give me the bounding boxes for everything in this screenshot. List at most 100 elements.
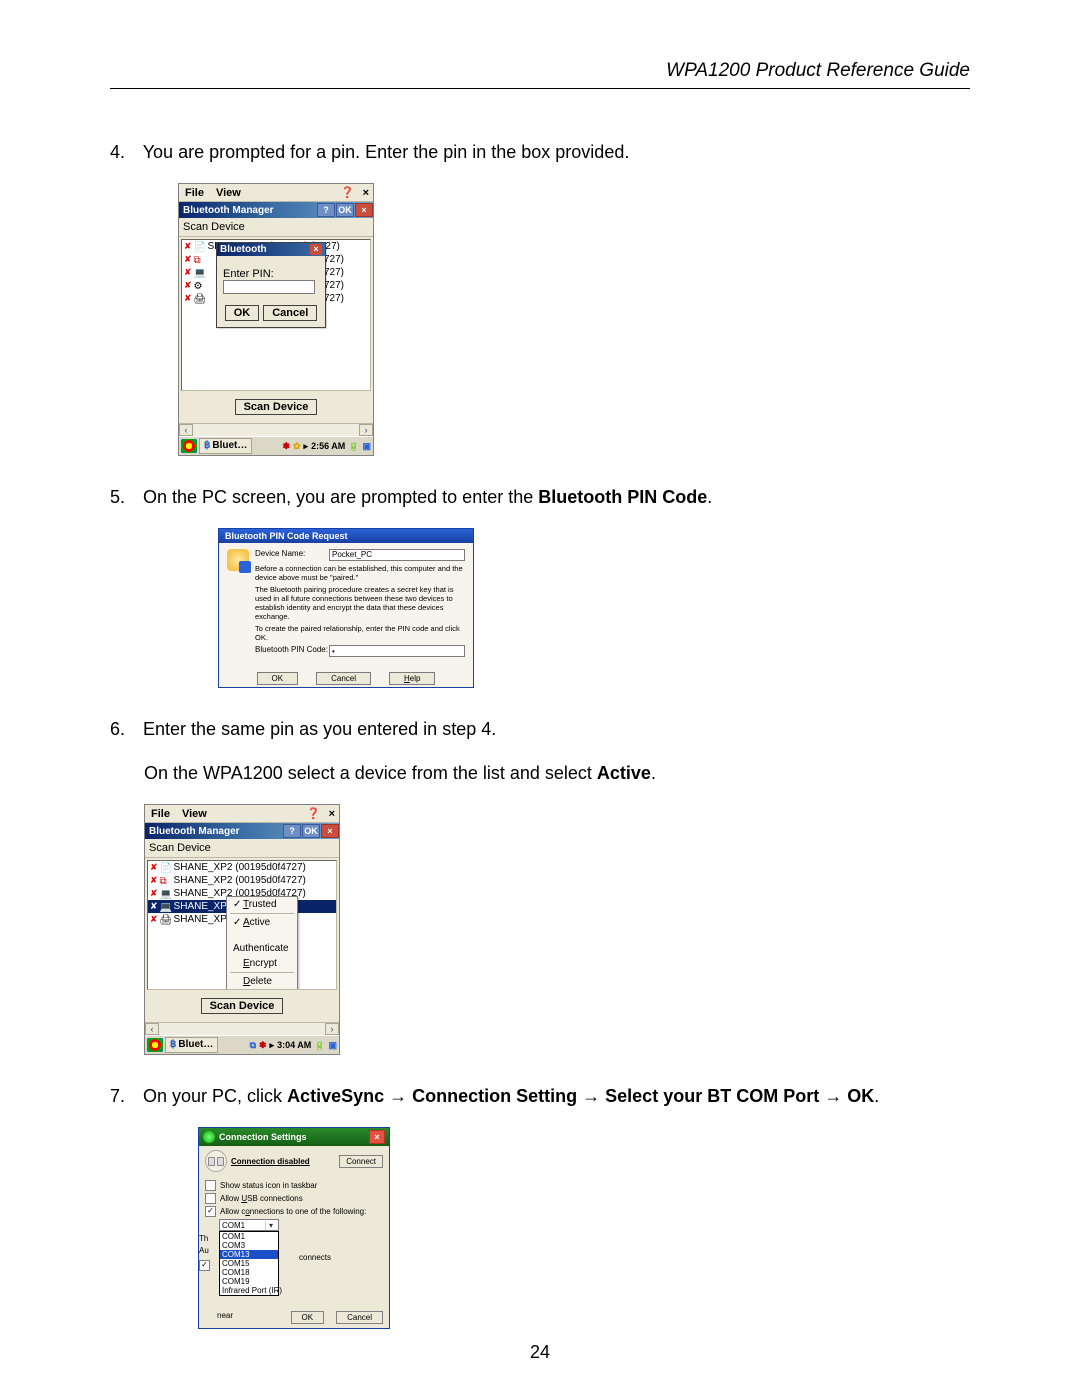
desktop-icon[interactable]: ▣	[362, 441, 371, 452]
cs-close-icon[interactable]: ×	[369, 1130, 385, 1144]
step-4: 4. You are prompted for a pin. Enter the…	[110, 139, 970, 165]
tray-icon[interactable]: ✽	[259, 1040, 267, 1051]
scroll-left-icon[interactable]: ‹	[179, 424, 193, 436]
menu-item-authenticate[interactable]: Authenticate	[227, 930, 297, 956]
taskbar-app-button[interactable]: ฿ Bluet…	[199, 438, 252, 454]
dropdown-item[interactable]: COM3	[220, 1241, 278, 1250]
pin-code-label: Bluetooth PIN Code:	[255, 645, 329, 657]
pin-code-input[interactable]	[329, 645, 465, 657]
step-6-num: 6.	[110, 716, 138, 742]
tray-icon[interactable]: 🔋	[314, 1040, 325, 1051]
menu-item-active[interactable]: ✓Active	[227, 915, 297, 930]
toolbar-scan-device[interactable]: Scan Device	[183, 221, 245, 233]
scan-device-button[interactable]: Scan Device	[201, 998, 284, 1014]
scan-device-button[interactable]: Scan Device	[235, 399, 318, 415]
doc-header: WPA1200 Product Reference Guide	[110, 60, 970, 89]
scroll-left-icon[interactable]: ‹	[145, 1023, 159, 1035]
close-icon[interactable]: ×	[325, 808, 339, 820]
horizontal-scrollbar[interactable]: ‹ ›	[145, 1022, 339, 1035]
help-icon[interactable]: ❓	[337, 186, 359, 199]
activesync-icon	[203, 1131, 215, 1143]
figure-pc-pin-request: Bluetooth PIN Code Request Device Name: …	[218, 528, 970, 688]
pin-input[interactable]	[223, 280, 315, 294]
figure-pda-enter-pin: File View ❓ × Bluetooth Manager ? OK × S…	[178, 183, 970, 456]
step-6b: On the WPA1200 select a device from the …	[144, 760, 970, 786]
desktop-icon[interactable]: ▣	[328, 1040, 337, 1051]
near-label: near	[199, 1311, 279, 1324]
menu-view[interactable]: View	[176, 807, 213, 821]
tray-icon[interactable]: ✿	[293, 441, 301, 452]
titlebar-close-button[interactable]: ×	[321, 824, 339, 838]
help-icon[interactable]: ❓	[303, 807, 325, 820]
context-menu: ✓Trusted ✓Active Authenticate Encrypt De…	[226, 896, 298, 990]
menu-item-encrypt[interactable]: Encrypt	[227, 956, 297, 971]
tray-icon[interactable]: ⧉	[250, 1040, 256, 1051]
chk-com-label: Allow connections to one of the followin…	[220, 1207, 366, 1216]
connection-status: Connection disabled	[231, 1157, 335, 1166]
enter-pin-dialog: Bluetooth × Enter PIN: OK Cancel	[216, 242, 326, 328]
dropdown-item[interactable]: COM13	[220, 1250, 278, 1259]
dropdown-item[interactable]: Infrared Port (IR)	[220, 1286, 278, 1295]
pin-dialog-close-icon[interactable]: ×	[310, 244, 322, 255]
pin-cancel-button[interactable]: Cancel	[263, 305, 317, 321]
dropdown-item[interactable]: COM15	[220, 1259, 278, 1268]
scroll-right-icon[interactable]: ›	[359, 424, 373, 436]
device-icon: 🖨	[160, 915, 172, 925]
checkbox-usb[interactable]	[205, 1193, 216, 1204]
start-icon[interactable]	[181, 439, 197, 453]
cs-cancel-button[interactable]: Cancel	[336, 1311, 383, 1324]
chevron-down-icon: ▾	[265, 1221, 276, 1230]
pin-ok-button[interactable]: OK	[225, 305, 260, 321]
device-list[interactable]: ✘📄SHANE_XP2 (00195d0f4727) ✘⧉ ✘💻 ✘⚙ ✘🖨 7…	[181, 239, 371, 391]
titlebar-help-button[interactable]: ?	[317, 203, 335, 217]
titlebar-ok-button[interactable]: OK	[336, 203, 354, 217]
titlebar-help-button[interactable]: ?	[283, 824, 301, 838]
taskbar: ฿ Bluet… ✽ ✿ ▸ 2:56 AM 🔋 ▣	[179, 436, 373, 455]
checkbox-com[interactable]: ✓	[205, 1206, 216, 1217]
taskbar-app-button[interactable]: ฿ Bluet…	[165, 1037, 218, 1053]
step-5: 5. On the PC screen, you are prompted to…	[110, 484, 970, 510]
menu-item-trusted[interactable]: ✓Trusted	[227, 897, 297, 912]
pc-ok-button[interactable]: OK	[257, 672, 299, 685]
connect-button[interactable]: Connect	[339, 1155, 383, 1168]
tray-icon[interactable]: ✽	[282, 441, 290, 452]
menu-item-delete[interactable]: Delete	[227, 974, 297, 989]
pc-help-button[interactable]: Help	[389, 672, 435, 685]
step-7-num: 7.	[110, 1083, 138, 1109]
checkbox-status-icon[interactable]	[205, 1180, 216, 1191]
step-4-num: 4.	[110, 139, 138, 165]
pc-cancel-button[interactable]: Cancel	[316, 672, 371, 685]
step-6-text: Enter the same pin as you entered in ste…	[143, 719, 496, 739]
window-title: Bluetooth Manager	[149, 826, 282, 837]
titlebar-ok-button[interactable]: OK	[302, 824, 320, 838]
pc-dialog-text1: Before a connection can be established, …	[255, 564, 465, 582]
toolbar-scan-device[interactable]: Scan Device	[149, 842, 211, 854]
scroll-right-icon[interactable]: ›	[325, 1023, 339, 1035]
device-name-label: Device Name:	[255, 549, 329, 561]
menu-file[interactable]: File	[145, 807, 176, 821]
step-6: 6. Enter the same pin as you entered in …	[110, 716, 970, 742]
dropdown-item[interactable]: COM19	[220, 1277, 278, 1286]
com-port-select[interactable]: COM1 ▾	[219, 1219, 279, 1231]
device-icon: ⧉	[160, 876, 172, 886]
titlebar-close-button[interactable]: ×	[355, 203, 373, 217]
step-4-text: You are prompted for a pin. Enter the pi…	[143, 142, 630, 162]
close-icon[interactable]: ×	[359, 187, 373, 199]
taskbar: ฿ Bluet… ⧉ ✽ ▸ 3:04 AM 🔋 ▣	[145, 1035, 339, 1054]
horizontal-scrollbar[interactable]: ‹ ›	[179, 423, 373, 436]
bluetooth-icon: ฿	[170, 1038, 176, 1052]
pc-dialog-text2: The Bluetooth pairing procedure creates …	[255, 585, 465, 621]
menu-file[interactable]: File	[179, 186, 210, 200]
device-list[interactable]: ✘📄SHANE_XP2 (00195d0f4727) ✘⧉SHANE_XP2 (…	[147, 860, 337, 990]
checkbox-near[interactable]: ✓	[199, 1260, 210, 1271]
cs-ok-button[interactable]: OK	[291, 1311, 325, 1324]
tray-icon[interactable]: 🔋	[348, 441, 359, 452]
connection-status-icon	[205, 1150, 227, 1172]
dropdown-item[interactable]: COM1	[220, 1232, 278, 1241]
com-port-dropdown[interactable]: COM1 COM3 COM13 COM15 COM18 COM19 Infrar…	[219, 1231, 279, 1296]
start-icon[interactable]	[147, 1038, 163, 1052]
menu-view[interactable]: View	[210, 186, 247, 200]
chk-usb-label: Allow USB connections	[220, 1194, 303, 1203]
step-7: 7. On your PC, click ActiveSync → Connec…	[110, 1083, 970, 1109]
dropdown-item[interactable]: COM18	[220, 1268, 278, 1277]
